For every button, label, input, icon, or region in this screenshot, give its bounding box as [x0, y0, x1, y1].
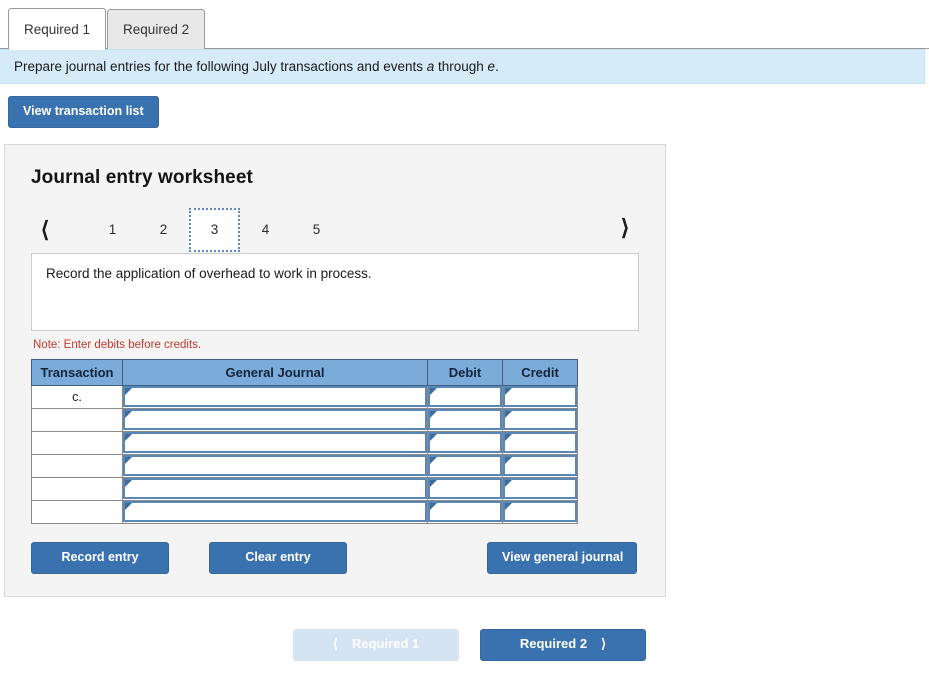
general-journal-cell[interactable]	[122, 476, 428, 501]
header-transaction: Transaction	[31, 358, 123, 386]
table-row	[31, 476, 578, 501]
worksheet-pager: ⟨ 1 2 3 4 5 ⟩	[31, 207, 639, 253]
next-required-2-label: Required 2	[519, 636, 588, 652]
table-header-row: Transaction General Journal Debit Credit	[31, 358, 578, 386]
debit-input[interactable]	[428, 386, 502, 408]
record-entry-button[interactable]: Record entry	[31, 541, 169, 574]
instruction-banner: Prepare journal entries for the followin…	[0, 49, 925, 84]
general-journal-input[interactable]	[123, 409, 427, 431]
chevron-right-icon[interactable]: ⟩	[611, 214, 639, 242]
general-journal-cell[interactable]	[122, 407, 428, 432]
transaction-label	[31, 499, 123, 524]
instruction-text: Prepare journal entries for the followin…	[14, 59, 499, 74]
instruction-text-before: Prepare journal entries for the followin…	[14, 59, 427, 74]
credit-input[interactable]	[503, 455, 577, 477]
general-journal-input[interactable]	[123, 386, 427, 408]
table-row	[31, 430, 578, 455]
table-row	[31, 453, 578, 478]
instruction-text-mid: through	[434, 59, 488, 74]
general-journal-cell[interactable]	[122, 430, 428, 455]
pager-page-2[interactable]: 2	[138, 208, 189, 252]
view-transaction-list-button[interactable]: View transaction list	[8, 96, 159, 128]
prev-required-1-label: Required 1	[351, 636, 420, 652]
credit-cell[interactable]	[502, 407, 578, 432]
page-title: Journal entry worksheet	[31, 166, 253, 188]
table-row	[31, 499, 578, 524]
general-journal-cell[interactable]	[122, 499, 428, 524]
credit-input[interactable]	[503, 501, 577, 523]
clear-entry-button[interactable]: Clear entry	[209, 541, 347, 574]
worksheet-prompt-text: Record the application of overhead to wo…	[46, 265, 372, 281]
pager-page-4[interactable]: 4	[240, 208, 291, 252]
debit-input[interactable]	[428, 455, 502, 477]
transaction-label	[31, 430, 123, 455]
chevron-right-icon: ⟩	[601, 636, 607, 652]
chevron-left-icon: ⟨	[332, 636, 338, 652]
general-journal-cell[interactable]	[122, 453, 428, 478]
debit-input[interactable]	[428, 432, 502, 454]
general-journal-cell[interactable]	[122, 384, 428, 409]
debit-cell[interactable]	[427, 476, 503, 501]
table-row	[31, 407, 578, 432]
pager-page-3[interactable]: 3	[189, 207, 240, 252]
general-journal-input[interactable]	[123, 501, 427, 523]
prev-required-1-button[interactable]: ⟨ Required 1	[293, 628, 459, 661]
pager-number-list: 1 2 3 4 5	[87, 207, 342, 252]
debit-cell[interactable]	[427, 499, 503, 524]
debit-input[interactable]	[428, 409, 502, 431]
transaction-label	[31, 476, 123, 501]
transaction-label	[31, 453, 123, 478]
debit-cell[interactable]	[427, 453, 503, 478]
instruction-text-after: .	[495, 59, 499, 74]
tab-strip: Required 1 Required 2	[0, 0, 929, 50]
debits-before-credits-note: Note: Enter debits before credits.	[33, 338, 202, 351]
credit-cell[interactable]	[502, 430, 578, 455]
toolbar: View transaction list	[0, 84, 929, 128]
general-journal-input[interactable]	[123, 455, 427, 477]
tab-required-2-label: Required 2	[123, 22, 190, 37]
transaction-label: c.	[31, 384, 123, 409]
general-journal-input[interactable]	[123, 432, 427, 454]
credit-cell[interactable]	[502, 453, 578, 478]
pager-page-5[interactable]: 5	[291, 208, 342, 252]
journal-entry-worksheet-panel: Journal entry worksheet ⟨ 1 2 3 4 5 ⟩ Re…	[4, 143, 666, 597]
credit-input[interactable]	[503, 432, 577, 454]
debit-input[interactable]	[428, 478, 502, 500]
tab-required-1-label: Required 1	[24, 21, 91, 37]
tab-required-2[interactable]: Required 2	[107, 9, 206, 49]
credit-input[interactable]	[503, 409, 577, 431]
credit-cell[interactable]	[502, 499, 578, 524]
tab-required-1[interactable]: Required 1	[8, 8, 107, 50]
pager-page-1[interactable]: 1	[87, 208, 138, 252]
instruction-emphasis-e: e	[487, 59, 496, 74]
header-debit: Debit	[427, 358, 503, 386]
transaction-label	[31, 407, 123, 432]
credit-input[interactable]	[503, 386, 577, 408]
credit-cell[interactable]	[502, 476, 578, 501]
table-row: c.	[31, 384, 578, 409]
bottom-navigation: ⟨ Required 1 Required 2 ⟩	[0, 628, 929, 661]
header-credit: Credit	[502, 358, 578, 386]
journal-entry-table: Transaction General Journal Debit Credit…	[31, 358, 578, 524]
table-body: c.	[31, 384, 578, 524]
view-general-journal-button[interactable]: View general journal	[487, 541, 637, 574]
chevron-left-icon[interactable]: ⟨	[31, 216, 59, 244]
header-general-journal: General Journal	[122, 358, 428, 386]
debit-cell[interactable]	[427, 407, 503, 432]
debit-cell[interactable]	[427, 384, 503, 409]
debit-cell[interactable]	[427, 430, 503, 455]
debit-input[interactable]	[428, 501, 502, 523]
worksheet-prompt-box: Record the application of overhead to wo…	[31, 252, 639, 331]
entry-action-bar: Record entry Clear entry View general jo…	[31, 541, 637, 574]
credit-input[interactable]	[503, 478, 577, 500]
credit-cell[interactable]	[502, 384, 578, 409]
next-required-2-button[interactable]: Required 2 ⟩	[480, 628, 646, 661]
general-journal-input[interactable]	[123, 478, 427, 500]
